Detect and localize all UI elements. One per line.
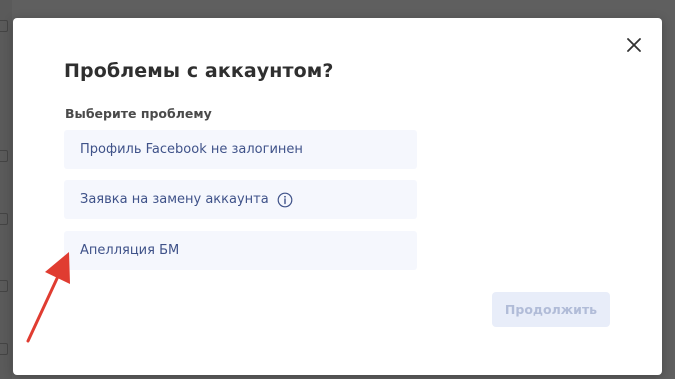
backdrop-strip [0, 0, 12, 379]
account-problems-modal: Проблемы с аккаунтом? Выберите проблему … [13, 18, 662, 375]
option-facebook-not-logged-in[interactable]: Профиль Facebook не залогинен [64, 130, 417, 169]
backdrop-mark [0, 213, 8, 225]
close-icon [627, 38, 641, 52]
backdrop-mark [0, 280, 8, 292]
option-account-replacement[interactable]: Заявка на замену аккаунта [64, 180, 417, 219]
modal-subtitle: Выберите проблему [65, 106, 212, 121]
backdrop-mark [0, 20, 8, 32]
backdrop-mark [0, 343, 8, 355]
option-label: Профиль Facebook не залогинен [80, 142, 303, 157]
continue-button[interactable]: Продолжить [492, 292, 610, 327]
option-label: Апелляция БМ [80, 243, 180, 258]
info-icon[interactable] [277, 192, 293, 208]
modal-title: Проблемы с аккаунтом? [64, 60, 334, 82]
option-bm-appeal[interactable]: Апелляция БМ [64, 231, 417, 270]
backdrop-mark [0, 150, 8, 162]
option-label: Заявка на замену аккаунта [80, 192, 269, 207]
close-button[interactable] [623, 34, 645, 56]
